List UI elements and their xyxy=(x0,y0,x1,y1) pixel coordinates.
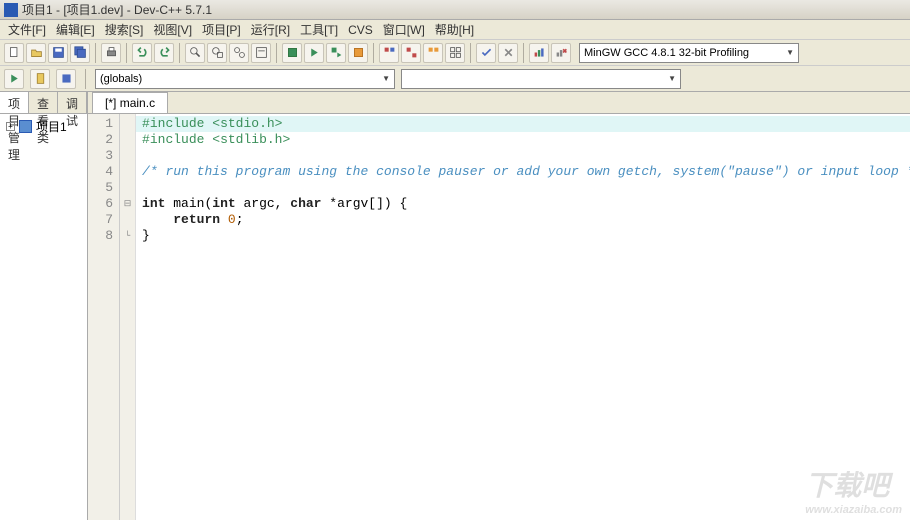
compile-button[interactable] xyxy=(282,43,302,63)
members-select[interactable]: ▼ xyxy=(401,69,681,89)
code-line: } xyxy=(136,228,910,244)
main-area: 项目管理 查看类 调试 + 项目1 [*] main.c 1 2 3 4 5 6 xyxy=(0,92,910,520)
line-number: 6 xyxy=(88,196,119,212)
line-gutter: 1 2 3 4 5 6 7 8 xyxy=(88,114,120,520)
code-line: #include <stdio.h> xyxy=(136,116,910,132)
line-number: 4 xyxy=(88,164,119,180)
debug-button[interactable] xyxy=(379,43,399,63)
menu-edit[interactable]: 编辑[E] xyxy=(56,21,95,38)
line-number: 7 xyxy=(88,212,119,228)
bookmark-button[interactable] xyxy=(30,69,50,89)
chevron-down-icon: ▼ xyxy=(382,74,390,83)
menu-tools[interactable]: 工具[T] xyxy=(300,21,338,38)
fold-marker: └ xyxy=(120,228,135,244)
compiler-label: MinGW GCC 4.8.1 32-bit Profiling xyxy=(584,47,749,59)
chart-button[interactable] xyxy=(529,43,549,63)
app-icon xyxy=(4,3,18,17)
open-button[interactable] xyxy=(26,43,46,63)
editor-tabs: [*] main.c xyxy=(88,92,910,114)
menu-view[interactable]: 视图[V] xyxy=(153,21,192,38)
code-lines[interactable]: #include <stdio.h> #include <stdlib.h> /… xyxy=(136,114,910,520)
line-number: 2 xyxy=(88,132,119,148)
tab-debug[interactable]: 调试 xyxy=(58,92,87,113)
line-number: 1 xyxy=(88,116,119,132)
separator xyxy=(523,43,524,63)
code-line: int main(int argc, char *argv[]) { xyxy=(136,196,910,212)
code-editor[interactable]: 1 2 3 4 5 6 7 8 ⊟ └ #include <stdio.h> xyxy=(88,114,910,520)
profile-button[interactable] xyxy=(423,43,443,63)
menu-cvs[interactable]: CVS xyxy=(348,23,373,37)
menu-help[interactable]: 帮助[H] xyxy=(435,21,474,38)
rebuild-button[interactable] xyxy=(348,43,368,63)
line-number: 8 xyxy=(88,228,119,244)
compiler-select[interactable]: MinGW GCC 4.8.1 32-bit Profiling ▼ xyxy=(579,43,799,63)
globals-select[interactable]: (globals) ▼ xyxy=(95,69,395,89)
code-line: #include <stdlib.h> xyxy=(136,132,910,148)
code-line xyxy=(136,180,910,196)
code-line xyxy=(136,148,910,164)
fold-gutter: ⊟ └ xyxy=(120,114,136,520)
menu-file[interactable]: 文件[F] xyxy=(8,21,46,38)
menubar: 文件[F] 编辑[E] 搜索[S] 视图[V] 项目[P] 运行[R] 工具[T… xyxy=(0,20,910,40)
check-button[interactable] xyxy=(476,43,496,63)
replace-button[interactable] xyxy=(207,43,227,63)
separator xyxy=(470,43,471,63)
toolbar-secondary: (globals) ▼ ▼ xyxy=(0,66,910,92)
fold-marker xyxy=(120,148,135,164)
sidebar: 项目管理 查看类 调试 + 项目1 xyxy=(0,92,88,520)
sidebar-tabs: 项目管理 查看类 调试 xyxy=(0,92,87,114)
fold-marker xyxy=(120,132,135,148)
undo-button[interactable] xyxy=(132,43,152,63)
fold-marker xyxy=(120,164,135,180)
line-number: 5 xyxy=(88,180,119,196)
window-title: 项目1 - [项目1.dev] - Dev-C++ 5.7.1 xyxy=(22,1,212,18)
globals-label: (globals) xyxy=(100,73,142,85)
find-button[interactable] xyxy=(185,43,205,63)
separator xyxy=(179,43,180,63)
find-next-button[interactable] xyxy=(229,43,249,63)
code-line: return 0; xyxy=(136,212,910,228)
project-icon xyxy=(19,120,32,133)
expand-icon[interactable]: + xyxy=(6,122,15,131)
print-button[interactable] xyxy=(101,43,121,63)
menu-run[interactable]: 运行[R] xyxy=(251,21,290,38)
tab-project[interactable]: 项目管理 xyxy=(0,92,29,113)
toolbar-main: MinGW GCC 4.8.1 32-bit Profiling ▼ xyxy=(0,40,910,66)
fold-marker xyxy=(120,212,135,228)
separator xyxy=(126,43,127,63)
separator xyxy=(373,43,374,63)
code-line: /* run this program using the console pa… xyxy=(136,164,910,180)
separator xyxy=(95,43,96,63)
run-button[interactable] xyxy=(304,43,324,63)
save-all-button[interactable] xyxy=(70,43,90,63)
new-file-button[interactable] xyxy=(4,43,24,63)
redo-button[interactable] xyxy=(154,43,174,63)
titlebar: 项目1 - [项目1.dev] - Dev-C++ 5.7.1 xyxy=(0,0,910,20)
save-button[interactable] xyxy=(48,43,68,63)
delete-chart-button[interactable] xyxy=(551,43,571,63)
editor-tab-main[interactable]: [*] main.c xyxy=(92,92,168,113)
editor-pane: [*] main.c 1 2 3 4 5 6 7 8 ⊟ └ xyxy=(88,92,910,520)
fold-marker xyxy=(120,180,135,196)
goto-line-button[interactable] xyxy=(251,43,271,63)
menu-search[interactable]: 搜索[S] xyxy=(105,21,144,38)
goto-button[interactable] xyxy=(4,69,24,89)
tab-class[interactable]: 查看类 xyxy=(29,92,58,113)
tree-item-label: 项目1 xyxy=(36,118,67,135)
line-number: 3 xyxy=(88,148,119,164)
separator xyxy=(276,43,277,63)
close-button[interactable] xyxy=(498,43,518,63)
stop-button[interactable] xyxy=(401,43,421,63)
grid-button[interactable] xyxy=(445,43,465,63)
fold-marker[interactable]: ⊟ xyxy=(120,196,135,212)
separator xyxy=(85,69,86,89)
chevron-down-icon: ▼ xyxy=(668,74,676,83)
chevron-down-icon: ▼ xyxy=(786,48,794,57)
menu-window[interactable]: 窗口[W] xyxy=(383,21,425,38)
menu-project[interactable]: 项目[P] xyxy=(202,21,241,38)
compile-run-button[interactable] xyxy=(326,43,346,63)
fold-marker xyxy=(120,116,135,132)
toggle-button[interactable] xyxy=(56,69,76,89)
